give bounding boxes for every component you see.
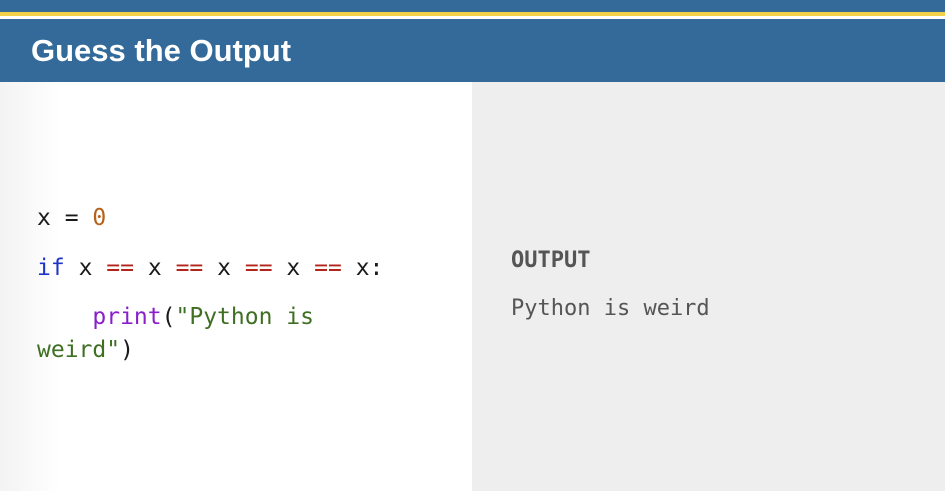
code-operand-4: x — [286, 255, 301, 281]
slide-title: Guess the Output — [31, 33, 292, 68]
code-line-2: if x == x == x == x == x: — [37, 252, 383, 284]
slide: Guess the Output x = 0 if x == x == x ==… — [0, 0, 950, 491]
code-operator-4: == — [314, 255, 342, 281]
code-panel: x = 0 if x == x == x == x == x: print("P… — [0, 82, 472, 491]
code-operator-1: == — [106, 255, 134, 281]
code-operator-2: == — [175, 255, 204, 281]
slide-header: Guess the Output — [0, 19, 945, 82]
output-text: Python is weird — [511, 296, 710, 321]
code-line-4: weird") — [37, 334, 134, 366]
output-heading: OUTPUT — [511, 248, 591, 273]
code-line-1: x = 0 — [37, 202, 106, 234]
code-open-paren: ( — [161, 304, 176, 330]
code-operand-2: x — [147, 255, 162, 281]
code-close-paren: ) — [120, 337, 134, 363]
code-assign: = — [50, 205, 93, 231]
code-number: 0 — [92, 205, 107, 231]
code-line-3: print("Python is — [37, 301, 314, 333]
right-margin — [945, 0, 950, 491]
code-operand-3: x — [217, 255, 231, 281]
code-function-print: print — [92, 304, 162, 330]
code-colon: : — [369, 255, 384, 281]
header-top-strip — [0, 0, 945, 12]
code-keyword-if: if — [37, 255, 65, 281]
code-string-part-1: "Python is — [175, 304, 314, 330]
code-operator-3: == — [244, 255, 273, 281]
output-panel: OUTPUT Python is weird — [472, 82, 945, 491]
code-operand-5: x — [355, 255, 370, 281]
code-operand-1: x — [78, 255, 93, 281]
code-variable: x — [37, 205, 51, 231]
code-string-part-2: weird" — [37, 337, 121, 363]
